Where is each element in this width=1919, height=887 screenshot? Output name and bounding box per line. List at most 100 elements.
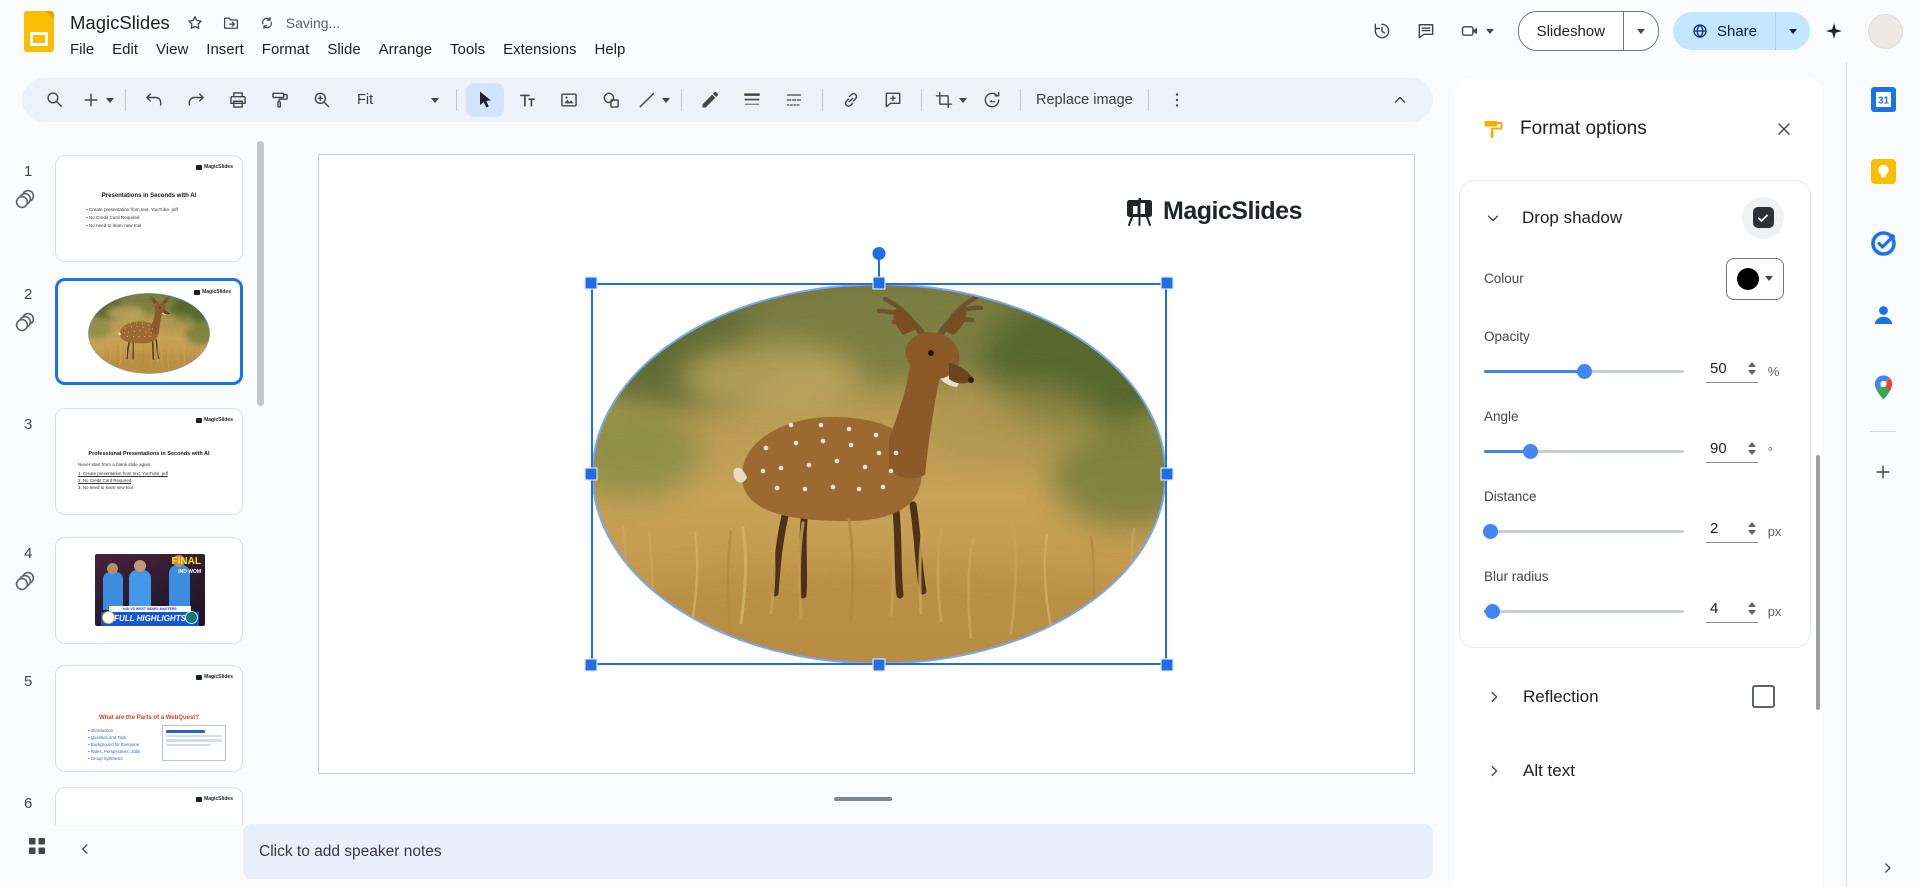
- crop-image-button[interactable]: [931, 83, 969, 117]
- slide-thumbnail-5[interactable]: MagicSlides What are the Parts of a WebQ…: [55, 665, 243, 772]
- zoom-fit-dropdown[interactable]: Fit: [345, 83, 447, 117]
- reflection-checkbox[interactable]: [1752, 685, 1775, 709]
- filmstrip-scrollbar[interactable]: [257, 141, 264, 406]
- menu-tools[interactable]: Tools: [441, 39, 494, 60]
- resize-handle-nw[interactable]: [584, 276, 598, 290]
- slide-logo[interactable]: MagicSlides: [1125, 197, 1303, 226]
- insert-image-button[interactable]: [550, 83, 588, 117]
- menu-view[interactable]: View: [147, 39, 197, 60]
- undo-button[interactable]: [135, 83, 173, 117]
- stepper-arrows[interactable]: [1747, 521, 1756, 535]
- insert-link-button[interactable]: [832, 83, 870, 117]
- menu-format[interactable]: Format: [253, 39, 319, 60]
- chevron-down-icon[interactable]: [1484, 209, 1502, 227]
- redo-button[interactable]: [177, 83, 215, 117]
- slide-thumbnail-4[interactable]: FINAL IND WOM IND VS WEST INDIES MASTERS…: [55, 537, 243, 644]
- opacity-slider[interactable]: [1484, 363, 1684, 379]
- share-dropdown[interactable]: [1776, 12, 1810, 50]
- menu-extensions[interactable]: Extensions: [494, 39, 585, 60]
- menu-help[interactable]: Help: [585, 39, 634, 60]
- border-weight-button[interactable]: [733, 83, 771, 117]
- canvas-horizontal-scrollbar[interactable]: [834, 797, 892, 801]
- search-menus-icon[interactable]: [36, 83, 74, 117]
- resize-handle-se[interactable]: [1160, 658, 1174, 672]
- slide-thumbnail-6[interactable]: MagicSlides: [55, 787, 243, 825]
- alt-text-label[interactable]: Alt text: [1523, 761, 1575, 781]
- drop-shadow-label[interactable]: Drop shadow: [1522, 208, 1622, 228]
- blur-radius-slider[interactable]: [1484, 603, 1684, 619]
- insert-shape-button[interactable]: [592, 83, 630, 117]
- paint-format-button[interactable]: [261, 83, 299, 117]
- calendar-icon[interactable]: 31: [1869, 85, 1897, 113]
- slideshow-button[interactable]: Slideshow: [1517, 11, 1659, 51]
- stepper-arrows[interactable]: [1747, 361, 1756, 375]
- document-title[interactable]: MagicSlides: [70, 12, 170, 34]
- angle-slider[interactable]: [1484, 443, 1684, 459]
- text-box-button[interactable]: [508, 83, 546, 117]
- tasks-icon[interactable]: [1869, 229, 1897, 257]
- slide-thumbnail-2-selected[interactable]: MagicSlides: [55, 278, 243, 385]
- border-color-button[interactable]: [691, 83, 729, 117]
- alt-text-section[interactable]: Alt text: [1455, 746, 1823, 796]
- stepper-arrows[interactable]: [1747, 601, 1756, 615]
- user-avatar[interactable]: [1868, 13, 1903, 49]
- resize-handle-s[interactable]: [872, 658, 886, 672]
- zoom-in-button[interactable]: [303, 83, 341, 117]
- menu-edit[interactable]: Edit: [103, 39, 147, 60]
- image-selection[interactable]: [584, 247, 1174, 672]
- print-button[interactable]: [219, 83, 257, 117]
- contacts-icon[interactable]: [1869, 301, 1897, 329]
- comments-icon[interactable]: [1406, 11, 1446, 51]
- slides-app-icon[interactable]: [24, 11, 54, 52]
- share-button[interactable]: Share: [1672, 12, 1810, 50]
- distance-input[interactable]: 2: [1706, 520, 1758, 543]
- distance-slider[interactable]: [1483, 523, 1684, 539]
- panel-scrollbar[interactable]: [1816, 455, 1820, 710]
- slide-thumbnail-3[interactable]: MagicSlides Professional Presentations i…: [55, 408, 243, 515]
- grid-view-icon[interactable]: [28, 837, 46, 860]
- blur-radius-input[interactable]: 4: [1706, 600, 1758, 623]
- chevron-right-icon[interactable]: [1485, 688, 1503, 706]
- menu-file[interactable]: File: [61, 39, 103, 60]
- collapse-toolbar-icon[interactable]: [1381, 83, 1419, 117]
- expand-side-panel-icon[interactable]: [1879, 859, 1897, 877]
- speaker-notes[interactable]: Click to add speaker notes: [243, 824, 1433, 879]
- close-icon[interactable]: [1769, 114, 1799, 144]
- reset-image-button[interactable]: [973, 83, 1011, 117]
- slideshow-label[interactable]: Slideshow: [1519, 12, 1623, 50]
- stepper-arrows[interactable]: [1747, 441, 1756, 455]
- drop-shadow-checkbox[interactable]: [1742, 196, 1784, 239]
- add-button[interactable]: [78, 83, 116, 117]
- keep-icon[interactable]: [1869, 157, 1897, 185]
- transition-icon[interactable]: [13, 187, 37, 211]
- shadow-colour-picker[interactable]: [1726, 257, 1784, 300]
- deer-oval-image[interactable]: [591, 283, 1167, 665]
- menu-slide[interactable]: Slide: [318, 39, 369, 60]
- transition-icon[interactable]: [13, 310, 37, 334]
- add-comment-button[interactable]: [874, 83, 912, 117]
- resize-handle-sw[interactable]: [584, 658, 598, 672]
- reflection-label[interactable]: Reflection: [1523, 687, 1599, 707]
- star-icon[interactable]: [184, 12, 206, 34]
- resize-handle-n[interactable]: [872, 276, 886, 290]
- reflection-section[interactable]: Reflection: [1455, 672, 1823, 722]
- slide-canvas[interactable]: MagicSlides: [318, 154, 1415, 774]
- add-app-icon[interactable]: [1869, 458, 1897, 486]
- transition-icon[interactable]: [13, 569, 37, 593]
- gemini-sparkle-icon[interactable]: [1814, 11, 1854, 51]
- version-history-icon[interactable]: [1362, 11, 1402, 51]
- resize-handle-e[interactable]: [1160, 467, 1174, 481]
- chevron-right-icon[interactable]: [1485, 762, 1503, 780]
- move-to-folder-icon[interactable]: [220, 12, 242, 34]
- share-label[interactable]: Share: [1673, 12, 1775, 50]
- slideshow-dropdown[interactable]: [1624, 12, 1658, 50]
- more-options-icon[interactable]: [1158, 83, 1196, 117]
- menu-arrange[interactable]: Arrange: [370, 39, 441, 60]
- replace-image-button[interactable]: Replace image: [1030, 83, 1139, 117]
- meet-camera-button[interactable]: [1450, 11, 1504, 51]
- select-tool-button[interactable]: [466, 83, 504, 117]
- resize-handle-ne[interactable]: [1160, 276, 1174, 290]
- angle-input[interactable]: 90: [1706, 440, 1758, 463]
- slide-thumbnail-1[interactable]: MagicSlides Presentations in Seconds wit…: [55, 155, 243, 262]
- maps-icon[interactable]: [1869, 373, 1897, 401]
